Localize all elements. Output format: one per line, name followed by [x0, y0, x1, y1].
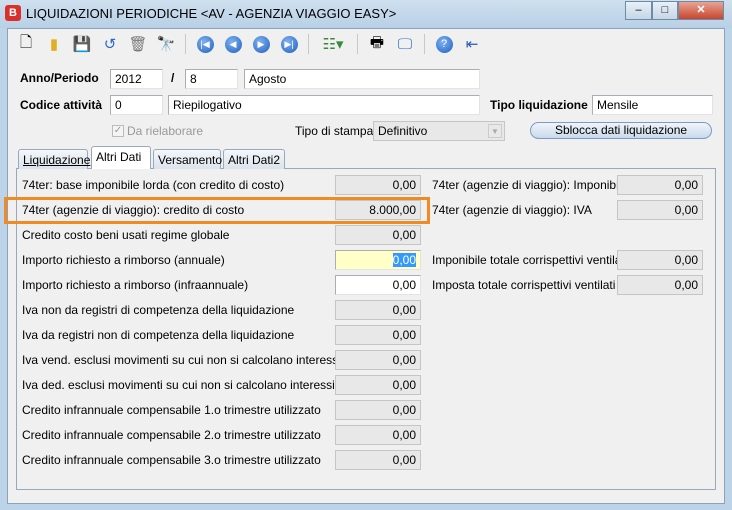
codice-attivita-field[interactable]: 0: [110, 95, 163, 115]
save-icon[interactable]: 💾: [70, 33, 94, 55]
toolbar: 🗋 ▮ 💾 ↺ 🗑 🔭 |◀ ◀ ▶ ▶| ☷▾ 🖶 🖵 ? ⇤: [8, 30, 724, 58]
amount-value: 0,00: [392, 303, 416, 317]
open-icon[interactable]: ▮: [42, 33, 66, 55]
slash-label: /: [171, 71, 175, 85]
next-icon[interactable]: ▶: [249, 33, 273, 55]
undo-icon[interactable]: ↺: [98, 33, 122, 55]
amount-field[interactable]: 0,00: [335, 400, 421, 420]
amount-field[interactable]: 0,00: [617, 175, 703, 195]
toolbar-separator: [424, 34, 425, 54]
close-button[interactable]: ✕: [678, 1, 724, 20]
sblocca-dati-button[interactable]: Sblocca dati liquidazione: [530, 122, 712, 139]
field-label: Iva ded. esclusi movimenti su cui non si…: [22, 378, 362, 392]
field-label: Iva da registri non di competenza della …: [22, 328, 295, 342]
tab-altri-dati[interactable]: Altri Dati: [91, 146, 151, 169]
amount-field[interactable]: 0,00: [617, 200, 703, 220]
da-rielaborare-checkbox[interactable]: ✓: [112, 125, 124, 137]
field-label: Imposta totale corrispettivi ventilati: [432, 278, 616, 292]
amount-value: 0,00: [392, 178, 416, 192]
highlight-box: [4, 197, 430, 224]
amount-value: 0,00: [392, 328, 416, 342]
codice-desc-field: Riepilogativo: [168, 95, 480, 115]
amount-field[interactable]: 0,00: [335, 300, 421, 320]
new-icon[interactable]: 🗋: [14, 33, 38, 55]
amount-field[interactable]: 0,00: [335, 450, 421, 470]
tipo-stampa-label: Tipo di stampa: [295, 124, 374, 138]
amount-field[interactable]: 0,00: [335, 425, 421, 445]
field-label: Imponibile totale corrispettivi ventilat…: [432, 253, 628, 267]
field-label: Credito infrannuale compensabile 2.o tri…: [22, 428, 321, 442]
tipo-stampa-select[interactable]: Definitivo ▼: [373, 121, 505, 141]
preview-icon[interactable]: 🖵: [393, 33, 417, 55]
minimize-button[interactable]: –: [625, 1, 652, 20]
tipo-liquidazione-field[interactable]: Mensile: [592, 95, 713, 115]
field-label: Credito costo beni usati regime globale: [22, 228, 230, 242]
amount-field[interactable]: 0,00: [335, 250, 421, 270]
amount-value: 0,00: [392, 228, 416, 242]
last-icon[interactable]: ▶|: [277, 33, 301, 55]
amount-value: 0,00: [392, 428, 416, 442]
delete-icon[interactable]: 🗑: [126, 33, 150, 55]
amount-value: 0,00: [392, 253, 416, 267]
da-rielaborare-label: Da rielaborare: [127, 124, 204, 138]
amount-value: 0,00: [392, 353, 416, 367]
exit-icon[interactable]: ⇤: [460, 33, 484, 55]
first-icon[interactable]: |◀: [193, 33, 217, 55]
anno-periodo-label: Anno/Periodo: [20, 71, 99, 85]
tipo-stampa-value: Definitivo: [378, 124, 428, 138]
field-label: 74ter (agenzie di viaggio): IVA: [432, 203, 592, 217]
field-label: 74ter (agenzie di viaggio): Imponibile: [432, 178, 629, 192]
app-icon: B: [5, 5, 21, 21]
amount-field[interactable]: 0,00: [617, 250, 703, 270]
find-icon[interactable]: 🔭: [154, 33, 178, 55]
amount-value: 0,00: [392, 378, 416, 392]
print-icon[interactable]: 🖶: [365, 33, 389, 55]
amount-field[interactable]: 0,00: [335, 325, 421, 345]
mese-field: Agosto: [244, 69, 480, 89]
help-icon[interactable]: ?: [432, 33, 456, 55]
field-label: Iva vend. esclusi movimenti su cui non s…: [22, 353, 368, 367]
amount-field[interactable]: 0,00: [335, 375, 421, 395]
amount-field[interactable]: 0,00: [335, 350, 421, 370]
list-icon[interactable]: ☷▾: [316, 33, 350, 55]
toolbar-separator: [357, 34, 358, 54]
amount-field[interactable]: 0,00: [335, 225, 421, 245]
codice-attivita-label: Codice attività: [20, 98, 103, 112]
window-title: LIQUIDAZIONI PERIODICHE <AV - AGENZIA VI…: [26, 6, 397, 21]
chevron-down-icon: ▼: [488, 124, 502, 138]
field-label: Importo richiesto a rimborso (infraannua…: [22, 278, 249, 292]
field-label: Iva non da registri di competenza della …: [22, 303, 295, 317]
amount-field[interactable]: 0,00: [335, 275, 421, 295]
tab-liquidazione[interactable]: Liquidazione: [18, 149, 90, 169]
maximize-button[interactable]: □: [652, 1, 678, 20]
toolbar-separator: [308, 34, 309, 54]
field-label: Importo richiesto a rimborso (annuale): [22, 253, 225, 267]
field-label: 74ter: base imponibile lorda (con credit…: [22, 178, 285, 192]
tab-altri-dati2[interactable]: Altri Dati2: [223, 149, 285, 169]
amount-field[interactable]: 0,00: [335, 175, 421, 195]
amount-value: 0,00: [392, 403, 416, 417]
field-label: Credito infrannuale compensabile 1.o tri…: [22, 403, 321, 417]
amount-value: 0,00: [392, 453, 416, 467]
amount-value: 0,00: [392, 278, 416, 292]
tab-versamento[interactable]: Versamento: [153, 149, 222, 169]
field-label: Credito infrannuale compensabile 3.o tri…: [22, 453, 321, 467]
tipo-liquidazione-label: Tipo liquidazione: [490, 98, 588, 112]
toolbar-separator: [185, 34, 186, 54]
amount-field[interactable]: 0,00: [617, 275, 703, 295]
anno-field[interactable]: 2012: [110, 69, 163, 89]
periodo-field[interactable]: 8: [185, 69, 238, 89]
prev-icon[interactable]: ◀: [221, 33, 245, 55]
